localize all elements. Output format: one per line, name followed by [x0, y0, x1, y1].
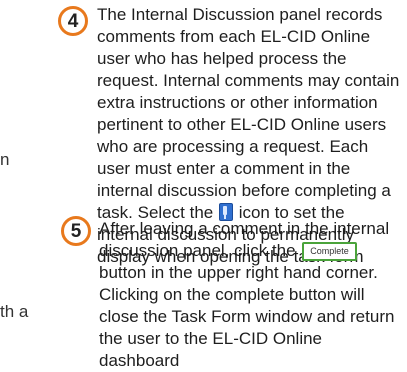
step-4-text-start: The Internal Discussion panel records co… [97, 5, 400, 222]
step-5-text-end: button in the upper right hand corner. C… [99, 263, 395, 370]
step-number: 5 [70, 220, 82, 242]
step-number: 4 [67, 10, 79, 32]
step-5-paragraph: After leaving a comment in the internal … [99, 218, 404, 372]
complete-button[interactable]: Complete [302, 242, 357, 261]
cut-off-text-fragment: n [0, 150, 10, 169]
step-5-badge: 5 [61, 216, 91, 246]
step-4-badge: 4 [58, 6, 88, 36]
cut-off-text-fragment: th a [0, 302, 29, 321]
